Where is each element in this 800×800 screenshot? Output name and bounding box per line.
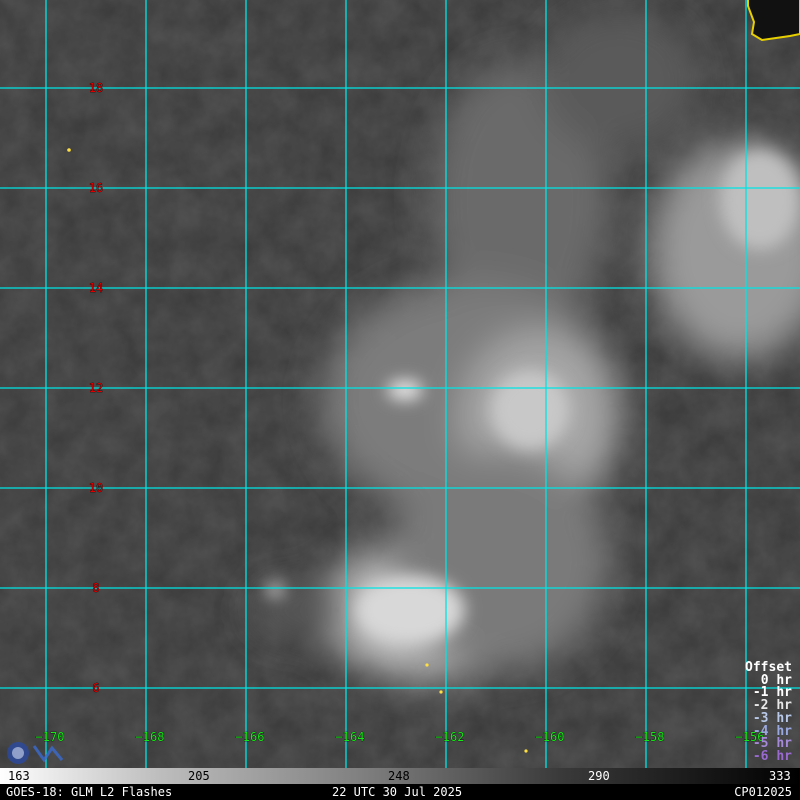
colorbar-tick-2: 248 xyxy=(388,769,410,783)
latitude-label: 10 xyxy=(89,481,103,495)
satellite-map: 18 16 14 12 10 8 6 −170 −168 −166 −164 −162 −160 −15… xyxy=(0,0,800,768)
longitude-label: −168 xyxy=(136,730,165,744)
legend-entry-6: -6 hr xyxy=(752,748,792,764)
noaa-logo xyxy=(7,742,64,764)
latitude-label: 18 xyxy=(89,81,103,95)
latitude-label: 12 xyxy=(89,381,103,395)
colorbar-tick-0: 163 xyxy=(8,769,30,783)
latitude-label: 6 xyxy=(92,681,99,695)
longitude-label: −164 xyxy=(336,730,365,744)
longitude-label: −160 xyxy=(536,730,565,744)
temperature-colorbar: 163 205 248 290 333 xyxy=(0,768,800,784)
colorbar-tick-3: 290 xyxy=(588,769,610,783)
latitude-label: 8 xyxy=(92,581,99,595)
longitude-label: −158 xyxy=(636,730,665,744)
longitude-label: −162 xyxy=(436,730,465,744)
footer-timestamp: 22 UTC 30 Jul 2025 xyxy=(332,785,463,799)
footer-bar: GOES-18: GLM L2 Flashes 22 UTC 30 Jul 20… xyxy=(0,784,800,800)
footer-product-label: GOES-18: GLM L2 Flashes xyxy=(6,785,173,799)
time-offset-legend: Offset 0 hr -1 hr -2 hr -3 hr -4 hr -5 h… xyxy=(745,661,792,764)
longitude-label: −166 xyxy=(236,730,265,744)
colorbar-tick-1: 205 xyxy=(188,769,210,783)
colorbar-tick-4: 333 xyxy=(769,769,791,783)
infrared-imagery: 181614121086 −170 −168 −166 −164 −162 −160 −15… xyxy=(0,0,800,768)
hawaii-coastline xyxy=(747,0,800,42)
footer-storm-id: CP012025 xyxy=(734,785,792,799)
latitude-label: 16 xyxy=(89,181,103,195)
latitude-label: 14 xyxy=(89,281,103,295)
